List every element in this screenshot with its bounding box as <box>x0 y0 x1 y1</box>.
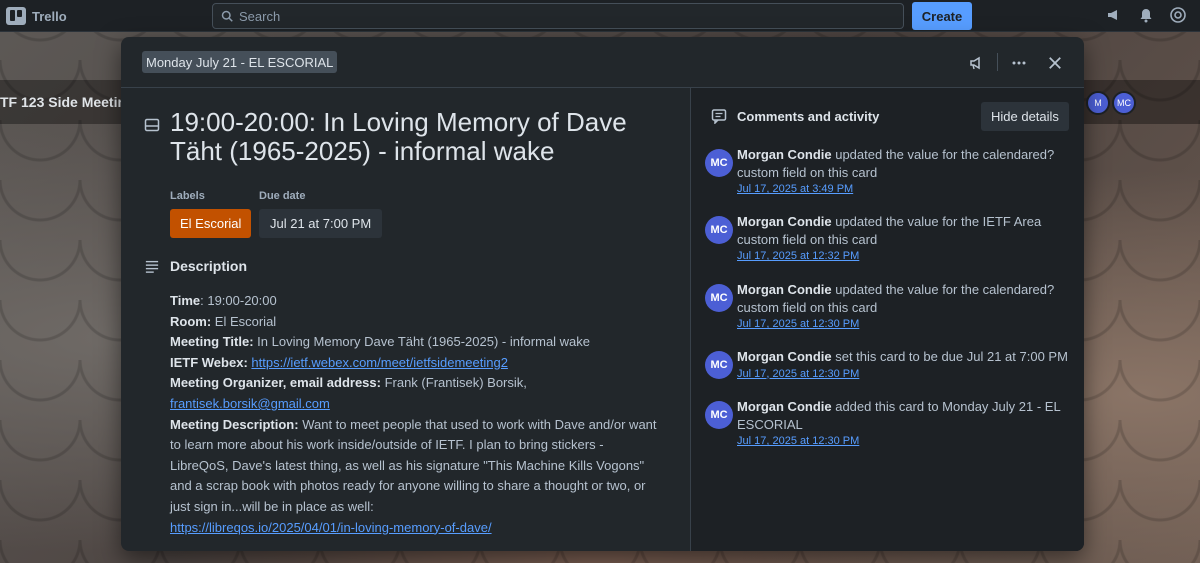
member-avatar[interactable]: M <box>1086 91 1110 115</box>
activity-user[interactable]: Morgan Condie <box>737 349 832 364</box>
activity-text: Morgan Condie updated the value for the … <box>737 281 1072 333</box>
app-name: Trello <box>32 8 67 24</box>
header-divider <box>997 53 998 71</box>
card-icon <box>144 117 160 138</box>
board-title[interactable]: TF 123 Side Meetin <box>0 94 126 110</box>
meeting-title-label: Meeting Title: <box>170 334 254 350</box>
activity-text: Morgan Condie updated the value for the … <box>737 146 1072 198</box>
member-avatar[interactable]: MC <box>1112 91 1136 115</box>
search-placeholder: Search <box>239 8 281 24</box>
organizer-value: Frank (Frantisek) Borsik, <box>380 375 527 391</box>
activity-action: set this card to be due Jul 21 at 7:00 P… <box>831 349 1068 364</box>
room-label: Room: <box>170 313 212 329</box>
organizer-label: Meeting Organizer, email address: <box>170 375 381 391</box>
time-value: : 19:00-20:00 <box>200 293 277 308</box>
card-title[interactable]: 19:00-20:00: In Loving Memory of Dave Tä… <box>170 108 670 166</box>
activity-heading: Comments and activity <box>737 109 880 124</box>
webex-link[interactable]: https://ietf.webex.com/meet/ietfsidemeet… <box>251 355 508 370</box>
modal-header: Monday July 21 - EL ESCORIAL <box>121 37 1084 88</box>
activity-user[interactable]: Morgan Condie <box>737 282 832 297</box>
description-body[interactable]: Time: 19:00-20:00 Room: El Escorial Meet… <box>170 291 660 538</box>
more-options-icon[interactable] <box>1008 52 1030 74</box>
activity-timestamp[interactable]: Jul 17, 2025 at 12:32 PM <box>737 248 1072 265</box>
watch-card-icon[interactable] <box>965 52 987 74</box>
board-members: M MC <box>1086 91 1136 115</box>
organizer-email-link[interactable]: frantisek.borsik@gmail.com <box>170 396 330 411</box>
help-icon[interactable] <box>1170 7 1186 23</box>
activity-user[interactable]: Morgan Condie <box>737 214 832 229</box>
activity-timestamp[interactable]: Jul 17, 2025 at 12:30 PM <box>737 316 1072 333</box>
description-heading: Description <box>170 258 248 274</box>
meeting-title-line: Meeting Title: In Loving Memory Dave Täh… <box>170 332 660 353</box>
list-name-button[interactable]: Monday July 21 - EL ESCORIAL <box>142 51 338 73</box>
card-detail-modal: Monday July 21 - EL ESCORIAL 19:00-20:00… <box>121 37 1084 551</box>
memorial-link[interactable]: https://libreqos.io/2025/04/01/in-loving… <box>170 520 492 535</box>
webex-line: IETF Webex: https://ietf.webex.com/meet/… <box>170 353 660 374</box>
labels-heading: Labels <box>170 190 205 202</box>
megaphone-icon[interactable] <box>1106 7 1122 23</box>
card-main-section: 19:00-20:00: In Loving Memory of Dave Tä… <box>121 88 690 551</box>
comments-icon <box>711 108 727 129</box>
time-line: Time: 19:00-20:00 <box>170 291 660 312</box>
avatar[interactable]: MC <box>705 401 733 429</box>
activity-user[interactable]: Morgan Condie <box>737 399 832 414</box>
hide-details-button[interactable]: Hide details <box>981 102 1069 131</box>
activity-timestamp[interactable]: Jul 17, 2025 at 3:49 PM <box>737 181 1072 198</box>
activity-user[interactable]: Morgan Condie <box>737 147 832 162</box>
close-icon[interactable] <box>1044 52 1066 74</box>
organizer-line: Meeting Organizer, email address: Frank … <box>170 373 660 394</box>
avatar[interactable]: MC <box>705 149 733 177</box>
search-input[interactable]: Search <box>212 3 904 29</box>
meeting-description-line: Meeting Description: Want to meet people… <box>170 415 660 518</box>
avatar[interactable]: MC <box>705 284 733 312</box>
due-date-button[interactable]: Jul 21 at 7:00 PM <box>259 209 383 238</box>
due-date-heading: Due date <box>259 190 306 202</box>
room-line: Room: El Escorial <box>170 312 660 333</box>
trello-logo-icon <box>6 7 26 25</box>
search-icon <box>221 10 233 22</box>
top-navigation-bar: Trello Search Create <box>0 0 1200 32</box>
app-logo[interactable]: Trello <box>6 7 67 25</box>
card-label[interactable]: El Escorial <box>170 209 252 238</box>
activity-text: Morgan Condie set this card to be due Ju… <box>737 348 1072 383</box>
description-icon <box>145 259 159 278</box>
activity-text: Morgan Condie added this card to Monday … <box>737 398 1072 450</box>
create-button[interactable]: Create <box>912 2 972 30</box>
meeting-title-value: In Loving Memory Dave Täht (1965-2025) -… <box>253 334 591 350</box>
activity-timestamp[interactable]: Jul 17, 2025 at 12:30 PM <box>737 366 1072 383</box>
avatar[interactable]: MC <box>705 216 733 244</box>
room-value: El Escorial <box>211 313 277 329</box>
avatar[interactable]: MC <box>705 351 733 379</box>
webex-label: IETF Webex: <box>170 354 248 370</box>
notifications-bell-icon[interactable] <box>1138 7 1154 23</box>
activity-sidebar: Comments and activity Hide details MC Mo… <box>690 88 1084 551</box>
activity-timestamp[interactable]: Jul 17, 2025 at 12:30 PM <box>737 433 1072 450</box>
activity-text: Morgan Condie updated the value for the … <box>737 213 1072 265</box>
meeting-description-label: Meeting Description: <box>170 416 299 432</box>
time-label: Time <box>170 293 201 308</box>
